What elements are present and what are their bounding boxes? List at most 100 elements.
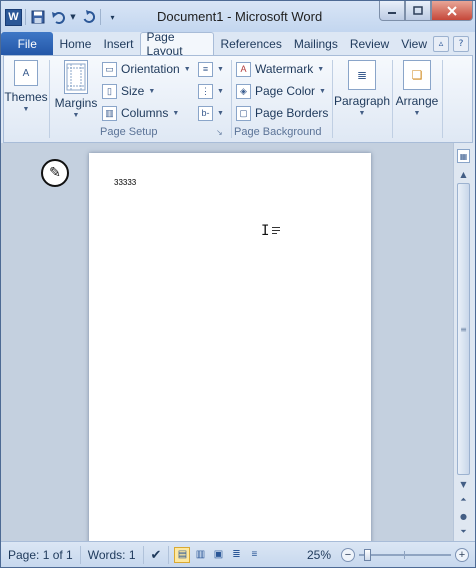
draft-icon[interactable]: ≡ <box>246 547 262 563</box>
watermark-label: Watermark <box>255 62 314 76</box>
previous-page-icon[interactable]: ⏶ <box>456 493 471 507</box>
vertical-scrollbar[interactable]: ▦ ▲ ≡ ▼ ⏶ ● ⏷ <box>453 143 473 541</box>
page-color-icon: ◈ <box>236 83 251 99</box>
tab-page-layout[interactable]: Page Layout <box>139 30 215 58</box>
zoom-controls: 25% − + <box>307 547 475 562</box>
arrange-icon: ❏ <box>403 60 431 90</box>
tab-references[interactable]: References <box>214 32 287 55</box>
status-bar: Page: 1 of 1 Words: 1 ✔ ▤ ▥ ▣ ≣ ≡ 25% − … <box>1 541 475 567</box>
tab-view[interactable]: View <box>395 32 433 55</box>
zoom-center-tick <box>404 550 405 559</box>
chevron-down-icon: ▼ <box>217 109 224 117</box>
page-setup-launcher-icon[interactable]: ↘ <box>216 128 223 137</box>
paragraph-icon: ≣ <box>348 60 376 90</box>
minimize-button[interactable] <box>379 1 405 21</box>
page-borders-icon: ▢ <box>236 105 251 121</box>
scroll-thumb[interactable]: ≡ <box>457 183 470 475</box>
zoom-out-icon[interactable]: − <box>341 547 355 562</box>
view-buttons: ▤ ▥ ▣ ≣ ≡ <box>169 546 263 563</box>
web-layout-icon[interactable]: ▣ <box>210 547 226 563</box>
chevron-down-icon: ▼ <box>217 87 224 95</box>
qat-separator <box>100 9 101 25</box>
page-borders-label: Page Borders <box>255 106 329 120</box>
save-icon[interactable] <box>29 9 46 26</box>
window-controls <box>379 1 473 21</box>
zoom-in-icon[interactable]: + <box>455 547 469 562</box>
click-and-type-icon <box>272 227 280 236</box>
print-layout-icon[interactable]: ▤ <box>174 546 191 563</box>
zoom-level[interactable]: 25% <box>307 548 331 562</box>
arrange-label: Arrange <box>395 94 439 108</box>
group-separator <box>49 60 50 138</box>
themes-label: Themes <box>4 90 48 104</box>
view-ruler-icon[interactable]: ▦ <box>457 149 470 163</box>
ribbon-right-controls: ▵ ? <box>433 32 475 55</box>
document-page[interactable]: 33333 I <box>89 153 371 541</box>
group-separator <box>392 60 393 138</box>
tab-home[interactable]: Home <box>53 32 97 55</box>
scroll-down-icon[interactable]: ▼ <box>456 477 471 491</box>
paragraph-button[interactable]: ≣ Paragraph ▼ <box>333 58 391 117</box>
paragraph-label: Paragraph <box>333 94 391 108</box>
select-browse-object-icon[interactable]: ● <box>456 509 471 523</box>
chevron-down-icon: ▼ <box>148 87 156 95</box>
columns-label: Columns <box>121 106 169 120</box>
zoom-slider[interactable] <box>359 548 451 561</box>
zoom-slider-thumb[interactable] <box>364 548 371 561</box>
customize-qat-icon[interactable]: ▾ <box>104 9 121 26</box>
page-borders-button[interactable]: ▢ Page Borders <box>236 103 328 123</box>
hyphenation-icon: b- <box>198 105 213 121</box>
size-button[interactable]: ▯ Size ▼ <box>102 81 155 101</box>
undo-icon[interactable] <box>49 9 66 26</box>
document-workspace[interactable]: ✎ 33333 I <box>1 143 453 541</box>
group-separator <box>231 60 232 138</box>
tab-mailings[interactable]: Mailings <box>288 32 344 55</box>
next-page-icon[interactable]: ⏷ <box>456 525 471 539</box>
close-button[interactable] <box>431 1 473 21</box>
maximize-button[interactable] <box>405 1 431 21</box>
grip-icon: ≡ <box>460 324 467 334</box>
outline-icon[interactable]: ≣ <box>228 547 244 563</box>
help-icon[interactable]: ? <box>453 35 469 52</box>
chevron-down-icon: ▼ <box>22 106 30 113</box>
minimize-ribbon-icon[interactable]: ▵ <box>433 35 449 52</box>
group-separator <box>332 60 333 138</box>
themes-button[interactable]: A Themes ▼ <box>4 58 48 113</box>
watermark-button[interactable]: A Watermark ▼ <box>236 59 324 79</box>
chevron-down-icon: ▼ <box>72 112 80 119</box>
redo-icon[interactable] <box>80 9 97 26</box>
proofing-icon[interactable]: ✔ <box>144 545 170 564</box>
chevron-down-icon: ▼ <box>217 65 224 73</box>
chevron-down-icon: ▼ <box>317 65 325 73</box>
page-count[interactable]: Page: 1 of 1 <box>1 545 81 564</box>
tab-file[interactable]: File <box>1 32 54 55</box>
quick-access-toolbar: W ▼ ▾ <box>5 7 121 27</box>
line-numbers-button[interactable]: ⋮ ▼ <box>198 81 224 101</box>
columns-button[interactable]: ▥ Columns ▼ <box>102 103 179 123</box>
scroll-up-icon[interactable]: ▲ <box>456 167 471 181</box>
pen-badge-icon: ✎ <box>41 159 69 187</box>
window-title: Document1 - Microsoft Word <box>157 9 323 24</box>
page-setup-group-label: Page Setup <box>100 126 158 138</box>
chevron-down-icon: ▼ <box>358 110 366 117</box>
group-separator <box>442 60 443 138</box>
word-count[interactable]: Words: 1 <box>81 545 144 564</box>
page-color-button[interactable]: ◈ Page Color ▼ <box>236 81 326 101</box>
arrange-button[interactable]: ❏ Arrange ▼ <box>395 58 439 117</box>
ribbon-page-layout: A Themes ▼ Margins ▼ ▭ Orientation ▼ ▯ S… <box>3 55 473 143</box>
chevron-down-icon: ▼ <box>172 109 180 117</box>
hyphenation-button[interactable]: b- ▼ <box>198 103 224 123</box>
page-background-group-label: Page Background <box>234 126 322 138</box>
orientation-label: Orientation <box>121 62 180 76</box>
document-text[interactable]: 33333 <box>114 178 136 187</box>
word-app-icon[interactable]: W <box>5 8 22 26</box>
margins-button[interactable]: Margins ▼ <box>54 58 98 119</box>
tab-insert[interactable]: Insert <box>97 32 139 55</box>
full-screen-reading-icon[interactable]: ▥ <box>192 547 208 563</box>
margins-icon <box>64 60 88 94</box>
undo-dropdown-icon[interactable]: ▼ <box>69 9 77 26</box>
line-numbers-icon: ⋮ <box>198 83 213 99</box>
breaks-button[interactable]: ≡ ▼ <box>198 59 224 79</box>
tab-review[interactable]: Review <box>344 32 395 55</box>
orientation-button[interactable]: ▭ Orientation ▼ <box>102 59 191 79</box>
